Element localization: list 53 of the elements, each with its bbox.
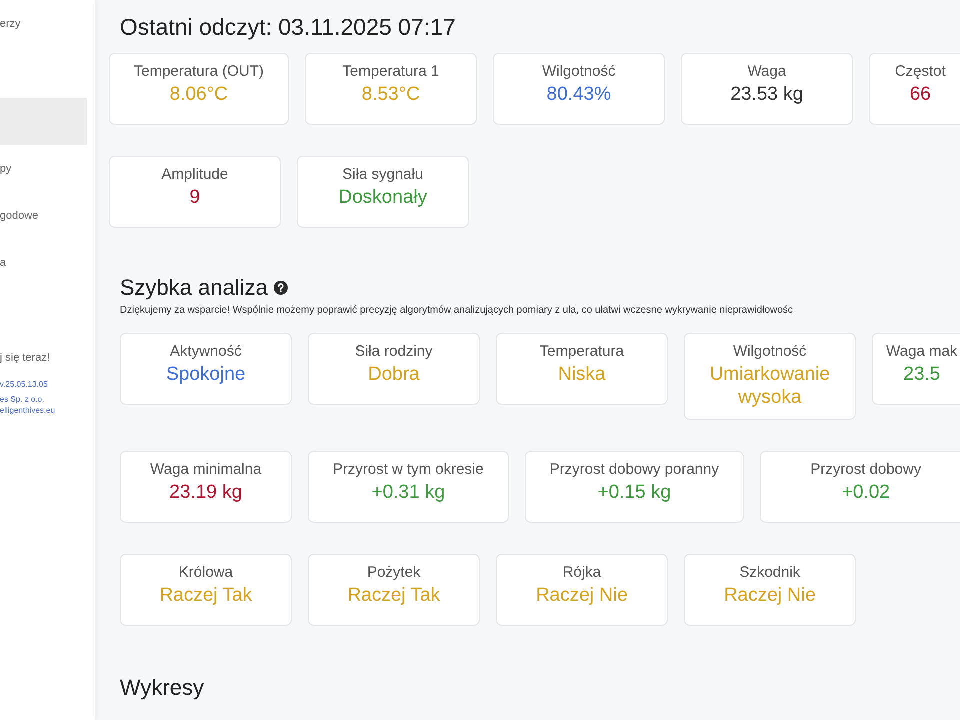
section-title: Szybka analiza — [120, 275, 268, 301]
stat-label: Wilgotność — [542, 63, 616, 80]
stat-label: Wilgotność — [733, 343, 807, 360]
sidebar-item[interactable]: py — [0, 145, 87, 192]
stat-value: 23.5 — [904, 364, 940, 387]
stat-label: Częstot — [895, 63, 946, 80]
stat-value: 9 — [190, 187, 200, 210]
stat-value: Niska — [558, 364, 606, 387]
stat-label: Pożytek — [367, 564, 421, 581]
stat-label: Temperatura (OUT) — [134, 63, 264, 80]
stat-value: Umiarkowanie wysoka — [709, 364, 831, 410]
website-link[interactable]: elligenthives.eu — [0, 406, 95, 415]
stat-value: Dobra — [368, 364, 420, 387]
stat-label: Rójka — [562, 564, 602, 581]
stat-value: 23.19 kg — [170, 482, 242, 504]
help-icon[interactable] — [274, 281, 288, 295]
stat-label: Siła sygnału — [342, 166, 424, 183]
stat-value: +0.02 — [842, 482, 890, 504]
section-title: Ostatni odczyt: 03.11.2025 07:17 — [119, 14, 457, 41]
note-text: Dziękujemy za wsparcie! Wspólnie możemy poprawić precyzję algorytmów analizujących pomiary z ula, co ułatwi wczesne wykrywanie nieprawidłowośc — [119, 305, 794, 316]
stat-label: Przyrost dobowy — [810, 460, 922, 478]
version-text: v.25.05.13.05 — [0, 380, 49, 389]
stat-label: Temperatura — [540, 343, 624, 360]
section-title: Wykresy — [119, 674, 206, 701]
stat-value: 66 — [910, 84, 932, 107]
stat-label: Królowa — [178, 564, 234, 581]
stat-label: Aktywność — [170, 343, 242, 360]
sidebar-item[interactable]: godowe — [0, 192, 87, 239]
stat-label: Waga — [748, 63, 786, 80]
stat-value: Spokojne — [166, 364, 246, 387]
stat-label: Waga mak — [886, 343, 958, 360]
stat-value: +0.15 kg — [598, 482, 672, 504]
stat-label: Przyrost w tym okresie — [333, 460, 484, 478]
company-text: es Sp. z o.o. — [0, 395, 46, 404]
stat-value: 8.53°C — [362, 84, 420, 107]
stat-label: Siła rodziny — [355, 343, 433, 360]
stat-label: Temperatura 1 — [342, 63, 440, 80]
stat-value: 8.06°C — [170, 84, 228, 107]
stat-value: +0.31 kg — [372, 482, 446, 504]
stat-label: Przyrost dobowy poranny — [550, 460, 720, 478]
stat-value: 23.53 kg — [730, 84, 804, 107]
sidebar-item[interactable]: a — [0, 239, 87, 286]
stat-label: Waga minimalna — [150, 460, 262, 478]
stat-value: Raczej Tak — [160, 584, 252, 608]
stat-value: Raczej Nie — [724, 584, 816, 608]
stat-label: Szkodnik — [740, 564, 800, 581]
stat-label: Amplitude — [162, 166, 228, 183]
stat-value: Raczej Nie — [536, 584, 628, 608]
stat-value: Doskonały — [338, 187, 428, 210]
stat-value: 80.43% — [546, 84, 612, 107]
stat-value: Raczej Tak — [348, 584, 440, 608]
sidebar-item[interactable]: erzy — [0, 18, 87, 36]
signup-text[interactable]: j się teraz! — [0, 352, 95, 364]
